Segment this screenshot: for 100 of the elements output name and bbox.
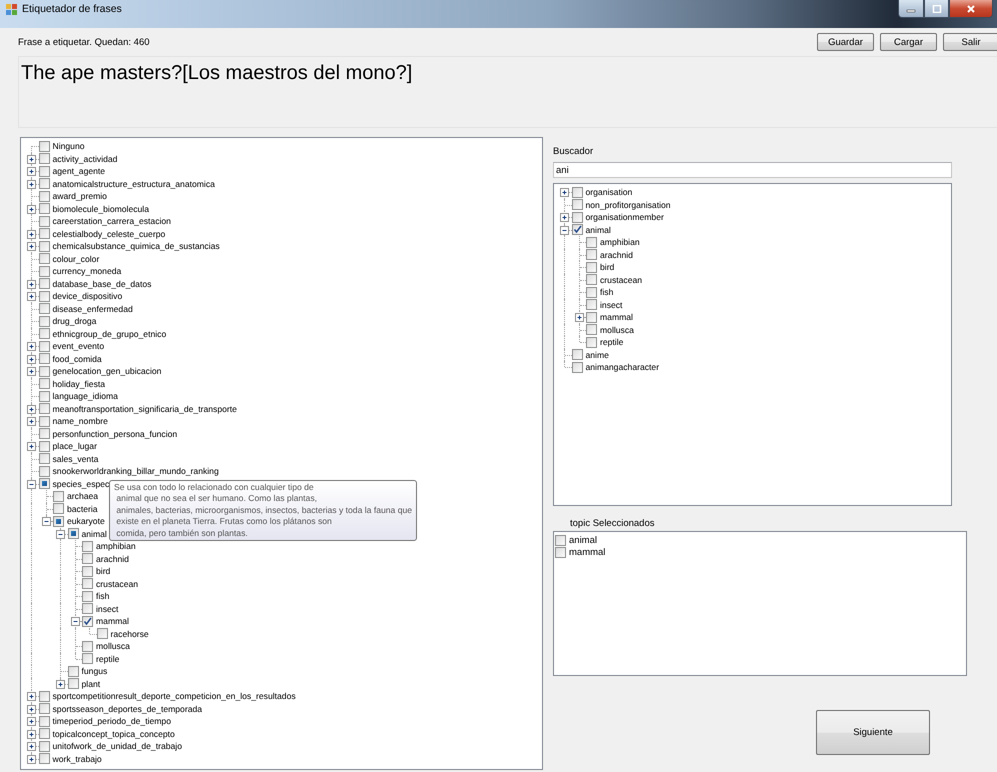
tree-item[interactable]: mammal: [600, 311, 633, 324]
tree-item[interactable]: disease_enfermedad: [52, 302, 133, 315]
tree-item[interactable]: anime: [586, 348, 609, 361]
expand-icon[interactable]: [27, 404, 36, 414]
checkbox[interactable]: [586, 312, 597, 323]
checkbox[interactable]: [38, 190, 50, 202]
checkbox[interactable]: [38, 278, 50, 290]
checkbox[interactable]: [586, 324, 597, 336]
tree-item[interactable]: meanoftransportation_significaria_de_transporte: [52, 402, 237, 415]
tree-item[interactable]: topicalconcept_topica_concepto: [52, 728, 175, 740]
checkbox[interactable]: [572, 224, 582, 236]
checkbox[interactable]: [38, 166, 50, 177]
checkbox[interactable]: [82, 603, 93, 614]
tree-item[interactable]: mollusca: [600, 324, 634, 336]
checkbox[interactable]: [586, 286, 597, 298]
expand-icon[interactable]: [27, 280, 36, 288]
checkbox[interactable]: [38, 740, 50, 752]
maximize-button[interactable]: [924, 0, 949, 18]
tree-item[interactable]: racehorse: [110, 628, 149, 640]
checkbox[interactable]: [572, 362, 582, 373]
checkbox[interactable]: [38, 353, 50, 364]
tree-item[interactable]: arachnid: [96, 552, 129, 565]
checkbox[interactable]: [555, 546, 566, 558]
next-button[interactable]: Siguiente: [816, 710, 930, 755]
checkbox[interactable]: [586, 262, 597, 273]
checkbox[interactable]: [38, 340, 50, 352]
checkbox[interactable]: [38, 378, 50, 390]
tree-item[interactable]: work_trabajo: [52, 752, 102, 765]
checkbox[interactable]: [53, 490, 64, 502]
expand-icon[interactable]: [27, 717, 36, 726]
tree-item[interactable]: place_lugar: [52, 440, 97, 452]
checkbox[interactable]: [38, 328, 50, 340]
tree-item[interactable]: bird: [96, 565, 110, 578]
tree-item[interactable]: mammal: [96, 615, 129, 628]
checkbox[interactable]: [38, 316, 50, 327]
tree-item[interactable]: fish: [96, 590, 110, 602]
expand-icon[interactable]: [27, 742, 36, 751]
checkbox[interactable]: [38, 228, 50, 240]
checkbox[interactable]: [38, 266, 50, 277]
tree-item[interactable]: organisation: [586, 186, 632, 198]
checkbox[interactable]: [38, 416, 50, 427]
checkbox[interactable]: [38, 728, 50, 740]
tree-item[interactable]: non_profitorganisation: [586, 198, 671, 211]
tree-item[interactable]: eukaryote: [67, 515, 105, 528]
tree-item[interactable]: fish: [600, 286, 614, 298]
checkbox[interactable]: [38, 440, 50, 452]
checkbox[interactable]: [82, 540, 93, 552]
minimize-button[interactable]: [898, 0, 924, 18]
tree-item[interactable]: animal: [586, 224, 611, 236]
collapse-icon[interactable]: [56, 530, 65, 538]
checkbox[interactable]: [38, 390, 50, 402]
checkbox[interactable]: [38, 403, 50, 414]
checkbox[interactable]: [572, 349, 582, 360]
tree-item[interactable]: insect: [600, 298, 622, 311]
tree-item[interactable]: snookerworldranking_billar_mundo_ranking: [52, 465, 219, 478]
checkbox[interactable]: [38, 290, 50, 302]
expand-icon[interactable]: [27, 204, 36, 214]
tree-item[interactable]: sportcompetitionresult_deporte_competicion_en_los_resultados: [52, 690, 296, 702]
checkbox[interactable]: [68, 666, 78, 677]
tree-item[interactable]: unitofwork_de_unidad_de_trabajo: [52, 740, 182, 752]
checkbox[interactable]: [38, 253, 50, 264]
expand-icon[interactable]: [27, 754, 36, 764]
checkbox[interactable]: [38, 703, 50, 714]
tree-item[interactable]: agent_agente: [52, 165, 106, 178]
tree-item[interactable]: chemicalsubstance_quimica_de_sustancias: [52, 240, 220, 252]
tree-item[interactable]: currency_moneda: [52, 265, 122, 278]
checkbox[interactable]: [82, 653, 93, 664]
tree-item[interactable]: ethnicgroup_de_grupo_etnico: [52, 328, 166, 340]
checkbox[interactable]: [572, 212, 582, 223]
tree-item[interactable]: food_comida: [52, 352, 102, 365]
checkbox[interactable]: [38, 178, 50, 190]
expand-icon[interactable]: [27, 242, 36, 251]
tree-item[interactable]: biomolecule_biomolecula: [52, 202, 149, 215]
tree-item[interactable]: animangacharacter: [586, 361, 660, 374]
expand-icon[interactable]: [27, 354, 36, 364]
checkbox[interactable]: [586, 249, 597, 260]
expand-icon[interactable]: [27, 154, 36, 164]
tree-item[interactable]: celestialbody_celeste_cuerpo: [52, 228, 166, 240]
tree-item[interactable]: colour_color: [52, 252, 100, 265]
checkbox[interactable]: [586, 236, 597, 248]
toolbar-button[interactable]: Cargar: [880, 33, 937, 51]
tree-item[interactable]: holiday_fiesta: [52, 378, 106, 390]
tree-item[interactable]: personfunction_persona_funcion: [52, 428, 178, 440]
tree-item[interactable]: plant: [82, 678, 100, 690]
checkbox[interactable]: [82, 553, 93, 564]
expand-icon[interactable]: [27, 292, 36, 301]
checkbox[interactable]: [82, 590, 93, 602]
expand-icon[interactable]: [27, 692, 36, 701]
tree-item[interactable]: device_dispositivo: [52, 290, 122, 302]
expand-icon[interactable]: [27, 442, 36, 451]
search-field[interactable]: ani: [553, 162, 952, 178]
expand-icon[interactable]: [574, 313, 584, 322]
expand-icon[interactable]: [560, 213, 569, 222]
collapse-icon[interactable]: [70, 617, 80, 626]
checkbox[interactable]: [68, 528, 78, 540]
list-item[interactable]: mammal: [569, 546, 606, 558]
tree-item[interactable]: sales_venta: [52, 452, 98, 465]
tree-item[interactable]: bacteria: [67, 502, 98, 515]
checkbox[interactable]: [38, 140, 50, 152]
checkbox[interactable]: [38, 478, 50, 490]
